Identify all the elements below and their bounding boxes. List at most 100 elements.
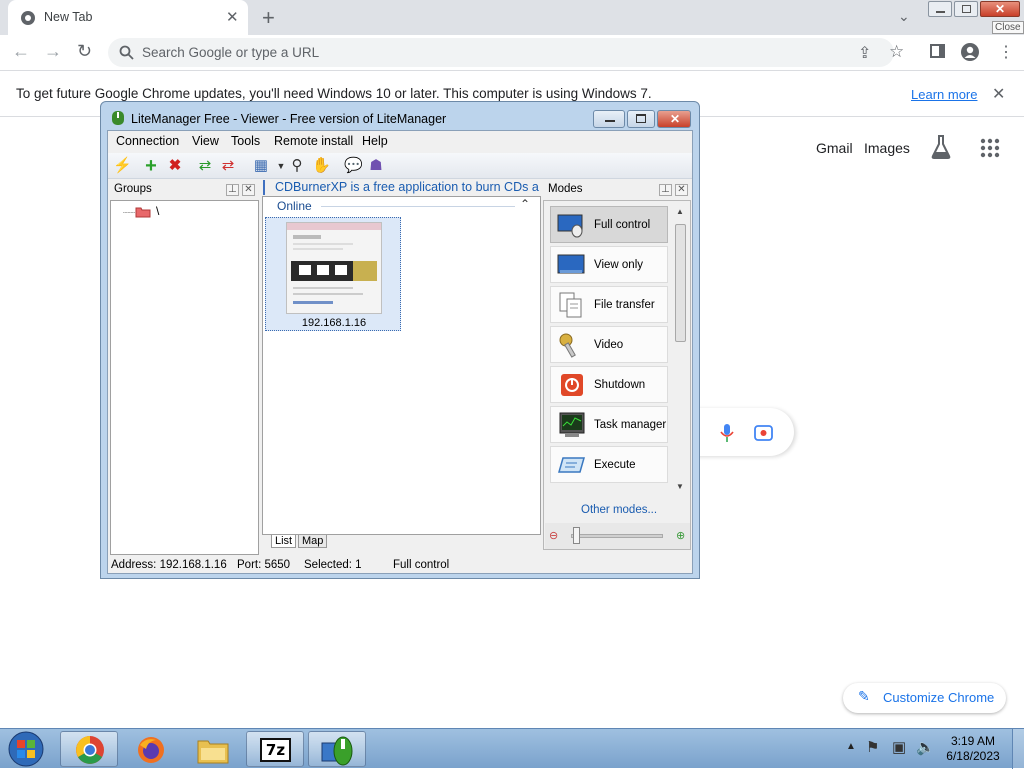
disconnect-icon[interactable]: ⇄ xyxy=(219,157,237,175)
restore-button[interactable] xyxy=(954,1,978,17)
minimize-button[interactable] xyxy=(928,1,952,17)
reload-icon[interactable]: ↻ xyxy=(77,41,92,62)
ntp-search-box-edge[interactable] xyxy=(690,408,794,456)
window-close-button[interactable]: ✕ xyxy=(980,1,1020,17)
lm-statusbar: Address: 192.168.1.16 Port: 5650 Selecte… xyxy=(108,557,692,573)
side-panel-icon[interactable] xyxy=(930,44,945,58)
menu-view[interactable]: View xyxy=(192,134,219,148)
show-hidden-icons[interactable]: ▲ xyxy=(846,741,856,752)
forward-icon[interactable]: → xyxy=(44,41,62,62)
tab-search-icon[interactable]: ⌄ xyxy=(898,8,910,25)
zoom-slider-track[interactable] xyxy=(571,534,663,538)
modes-scrollbar[interactable]: ▲ ▼ xyxy=(674,206,687,493)
lm-maximize-button[interactable] xyxy=(627,110,655,128)
mode-execute[interactable]: Execute xyxy=(550,446,668,483)
customize-chrome-button[interactable]: ✎ Customize Chrome xyxy=(843,683,1006,713)
find-binoculars-icon[interactable]: ⚲ xyxy=(288,157,306,175)
tab-new-tab[interactable]: New Tab ✕ xyxy=(8,0,248,35)
share-icon[interactable]: ⇪ xyxy=(858,43,871,63)
zoom-slider-bar: ⊖ ⊕ xyxy=(545,523,690,549)
address-book-icon[interactable]: ✋ xyxy=(312,157,331,175)
mode-label: View only xyxy=(594,259,644,271)
profile-avatar-icon[interactable] xyxy=(960,42,980,62)
status-port: Port: 5650 xyxy=(237,559,291,571)
back-icon[interactable]: ← xyxy=(12,41,30,62)
labs-flask-icon[interactable] xyxy=(930,134,952,160)
mode-file-transfer[interactable]: File transfer xyxy=(550,286,668,323)
lm-minimize-button[interactable] xyxy=(593,110,625,128)
groups-pin-icon[interactable]: ⊥ xyxy=(226,184,239,196)
lm-close-button[interactable]: ✕ xyxy=(657,110,691,128)
mode-full-control[interactable]: Full control xyxy=(550,206,668,243)
scrollbar-thumb[interactable] xyxy=(675,224,686,342)
windows-taskbar: 7z ▲ ⚑ ▣ 🔈 3:19 AM 6/18/2023 xyxy=(0,728,1024,769)
infobar-close-icon[interactable]: ✕ xyxy=(992,84,1005,104)
mode-video[interactable]: Video xyxy=(550,326,668,363)
taskbar-litemanager[interactable] xyxy=(308,731,366,767)
add-connection-icon[interactable]: + xyxy=(142,156,160,176)
menu-help[interactable]: Help xyxy=(362,134,388,148)
modes-pin-icon[interactable]: ⊥ xyxy=(659,184,672,196)
zoom-out-icon[interactable]: ⊖ xyxy=(549,529,558,542)
taskbar-explorer[interactable] xyxy=(184,731,242,767)
video-key-icon xyxy=(559,333,576,358)
menu-connection[interactable]: Connection xyxy=(116,134,179,148)
infobar-message: To get future Google Chrome updates, you… xyxy=(16,86,652,101)
mode-label: Shutdown xyxy=(594,379,646,391)
chat-bubble-icon[interactable]: 💬 xyxy=(344,157,363,175)
groups-root-label[interactable]: \ xyxy=(156,204,159,218)
pencil-icon: ✎ xyxy=(858,688,870,704)
network-icon[interactable]: ▣ xyxy=(892,738,906,756)
status-mode: Full control xyxy=(393,559,450,571)
users-icon[interactable]: ☗ xyxy=(367,157,385,175)
apps-grid-icon[interactable] xyxy=(980,138,1000,158)
start-button-icon[interactable] xyxy=(6,731,46,767)
mode-view-only[interactable]: View only xyxy=(550,246,668,283)
other-modes-link[interactable]: Other modes... xyxy=(581,504,657,516)
ticker-text[interactable]: CDBurnerXP is a free application to burn… xyxy=(275,180,539,194)
computer-tile[interactable]: 192.168.1.16 xyxy=(265,217,401,331)
groups-close-icon[interactable]: ✕ xyxy=(242,184,255,196)
folder-icon xyxy=(135,207,151,218)
volume-muted-icon[interactable]: 🔈 xyxy=(916,738,935,756)
taskbar-7zip[interactable]: 7z xyxy=(246,731,304,767)
bookmark-star-icon[interactable]: ☆ xyxy=(889,42,904,62)
new-tab-button[interactable]: + xyxy=(262,5,275,31)
close-tooltip: Close xyxy=(992,21,1024,34)
action-center-flag-icon[interactable]: ⚑ xyxy=(866,738,879,756)
zoom-in-icon[interactable]: ⊕ xyxy=(676,529,685,542)
search-icon xyxy=(119,45,134,60)
litemanager-app-icon xyxy=(112,111,124,125)
voice-search-icon[interactable] xyxy=(720,423,734,443)
learn-more-link[interactable]: Learn more xyxy=(911,87,977,102)
connect-lightning-icon[interactable]: ⚡ xyxy=(113,157,132,175)
menu-tools[interactable]: Tools xyxy=(231,134,260,148)
tab-close-icon[interactable]: ✕ xyxy=(226,8,239,26)
delete-connection-icon[interactable]: ✖ xyxy=(166,157,184,175)
omnibox[interactable]: Search Google or type a URL ⇪ ☆ xyxy=(108,38,904,67)
zoom-slider-handle[interactable] xyxy=(573,527,580,544)
online-group-header[interactable]: Online xyxy=(277,199,312,213)
tab-map[interactable]: Map xyxy=(298,535,328,548)
modes-close-icon[interactable]: ✕ xyxy=(675,184,688,196)
taskbar-firefox[interactable] xyxy=(122,731,180,767)
collapse-chevron-icon[interactable]: ⌃ xyxy=(520,197,530,211)
tree-line: ┈┈ xyxy=(123,208,136,219)
lens-camera-icon[interactable] xyxy=(754,424,773,441)
gmail-link[interactable]: Gmail xyxy=(816,140,853,156)
computer-thumbnail xyxy=(286,222,382,314)
show-desktop-button[interactable] xyxy=(1012,729,1024,769)
taskbar-clock[interactable]: 3:19 AM 6/18/2023 xyxy=(945,734,1001,764)
menu-kebab-icon[interactable]: ⋮ xyxy=(998,42,1014,62)
images-link[interactable]: Images xyxy=(864,140,910,156)
taskbar-chrome[interactable] xyxy=(60,731,118,767)
tab-list[interactable]: List xyxy=(271,535,297,548)
view-grid-icon[interactable]: ▦ xyxy=(252,157,270,175)
refresh-icon[interactable]: ⇄ xyxy=(196,157,214,175)
menu-remote-install[interactable]: Remote install xyxy=(274,134,353,148)
litemanager-window: LiteManager Free - Viewer - Free version… xyxy=(100,101,700,579)
task-manager-icon xyxy=(559,412,585,437)
status-selected: Selected: 1 xyxy=(304,559,362,571)
mode-task-manager[interactable]: Task manager xyxy=(550,406,668,443)
mode-shutdown[interactable]: Shutdown xyxy=(550,366,668,403)
